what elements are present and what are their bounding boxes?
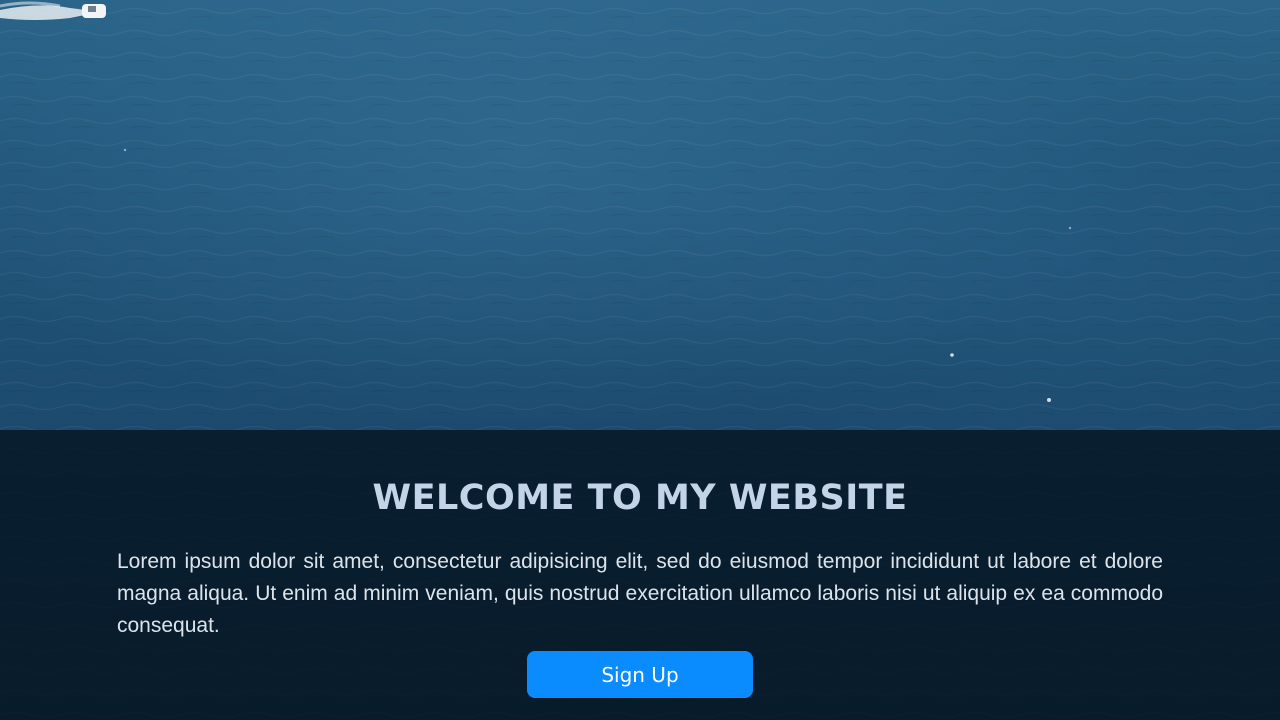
page-title: WELCOME TO MY WEBSITE [372,478,908,518]
intro-paragraph: Lorem ipsum dolor sit amet, consectetur … [117,550,1163,637]
sign-up-button[interactable]: Sign Up [527,651,753,698]
